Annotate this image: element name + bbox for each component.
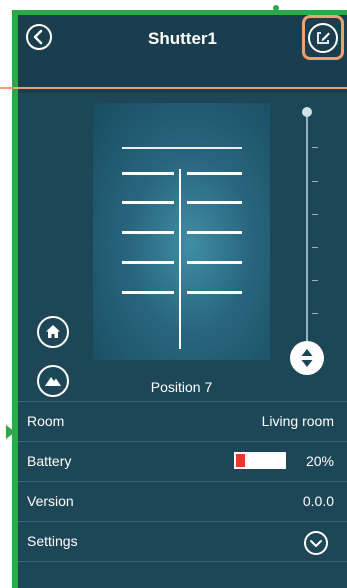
shutter-slat — [122, 261, 174, 264]
position-label: Position 7 — [150, 379, 213, 395]
home-icon — [39, 318, 67, 346]
annotation-orange-line — [0, 87, 347, 89]
slider-tick — [312, 147, 318, 148]
shutter-slat — [122, 231, 174, 234]
footer-divider — [18, 561, 347, 562]
battery-label: Battery — [27, 453, 72, 469]
slider-tick — [312, 214, 318, 215]
room-value: Living room — [261, 413, 334, 429]
shutter-center-bar — [179, 169, 181, 349]
header-bar: Shutter1 — [18, 15, 347, 63]
settings-expand-button[interactable] — [304, 531, 328, 555]
battery-row: Battery 20% — [18, 441, 347, 481]
version-value: 0.0.0 — [302, 493, 334, 509]
settings-label: Settings — [27, 533, 78, 549]
version-label: Version — [27, 493, 74, 509]
up-down-arrows-icon — [290, 341, 324, 375]
settings-row[interactable]: Settings — [18, 521, 347, 561]
battery-value: 20% — [305, 453, 334, 469]
shutter-slat — [122, 147, 242, 149]
shutter-visual[interactable] — [93, 103, 270, 360]
chevron-down-icon — [306, 533, 326, 553]
favorite-position-button[interactable] — [37, 365, 69, 397]
slider-tick — [312, 313, 318, 314]
version-row: Version 0.0.0 — [18, 481, 347, 521]
mountain-icon — [39, 367, 67, 395]
shutter-slat — [187, 201, 242, 204]
slider-tick — [312, 247, 318, 248]
position-slider-top — [302, 107, 312, 117]
position-slider-handle[interactable] — [290, 341, 324, 375]
shutter-slat — [122, 291, 174, 294]
battery-level-fill — [236, 454, 245, 467]
annotation-green-dot — [273, 5, 279, 11]
room-row[interactable]: Room Living room — [18, 401, 347, 441]
shutter-slat — [187, 172, 242, 175]
shutter-slat — [187, 291, 242, 294]
shutter-slat — [122, 201, 174, 204]
battery-icon — [234, 452, 286, 469]
slider-tick — [312, 280, 318, 281]
page-title: Shutter1 — [148, 29, 217, 48]
home-position-button[interactable] — [37, 316, 69, 348]
shutter-slat — [122, 172, 174, 175]
room-label: Room — [27, 413, 65, 429]
position-slider-track[interactable] — [306, 113, 308, 346]
annotation-green-arrow — [6, 425, 15, 439]
annotation-orange-box — [302, 15, 344, 60]
shutter-slat — [187, 261, 242, 264]
shutter-slat — [187, 231, 242, 234]
slider-tick — [312, 181, 318, 182]
